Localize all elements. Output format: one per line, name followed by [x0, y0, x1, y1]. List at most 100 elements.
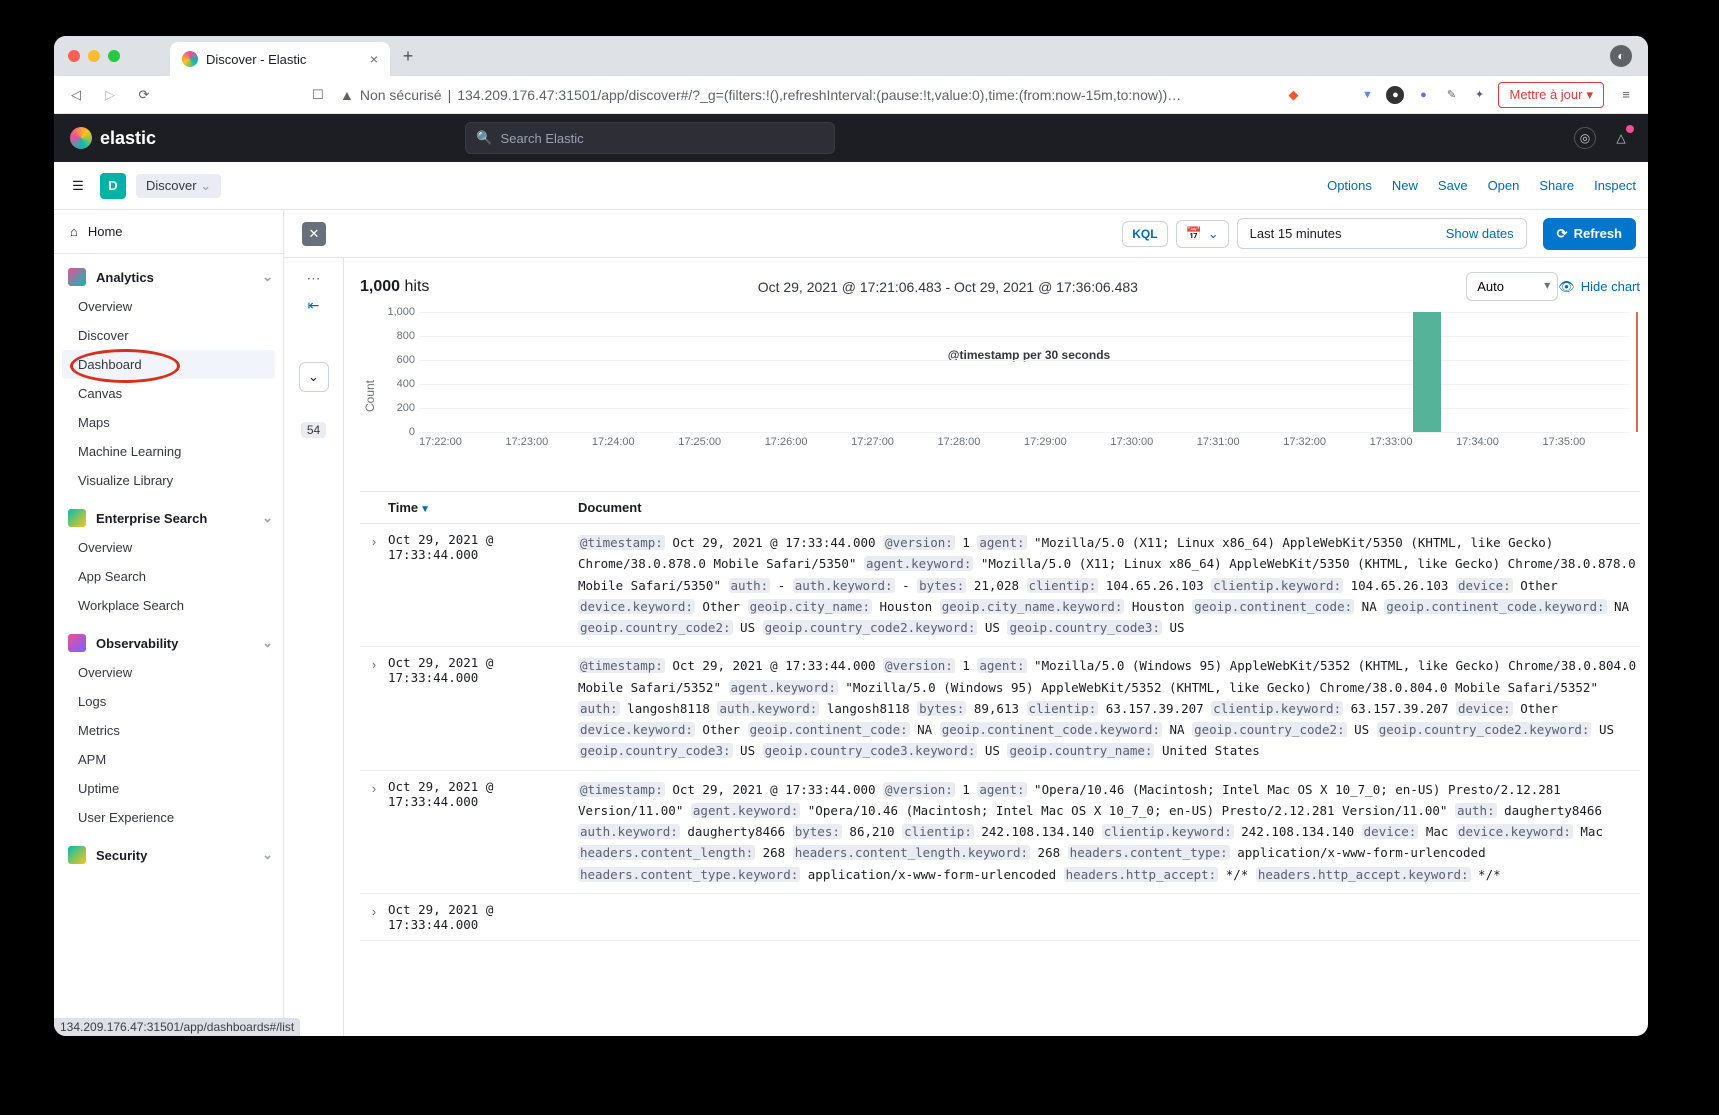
- nav-item-machine-learning[interactable]: Machine Learning: [62, 437, 275, 466]
- maximize-window-button[interactable]: [108, 50, 120, 62]
- chevron-down-icon: ⌄: [262, 847, 273, 863]
- topnav-save[interactable]: Save: [1438, 178, 1468, 193]
- topnav-share[interactable]: Share: [1539, 178, 1574, 193]
- extension-icon[interactable]: ●: [1386, 86, 1404, 104]
- url-field[interactable]: ▲ Non sécurisé | 134.209.176.47:31501/ap…: [340, 87, 1278, 103]
- histogram-bar[interactable]: [1413, 312, 1441, 432]
- nav-item-app-search[interactable]: App Search: [62, 562, 275, 591]
- filter-icon[interactable]: ⇤: [308, 297, 320, 314]
- bookmark-icon[interactable]: ☐: [306, 83, 330, 107]
- brave-shields-icon[interactable]: ◆: [1288, 87, 1298, 103]
- nav-item-uptime[interactable]: Uptime: [62, 774, 275, 803]
- table-row: ›Oct 29, 2021 @ 17:33:44.000@timestamp: …: [360, 647, 1640, 770]
- newsfeed-icon[interactable]: △: [1610, 127, 1632, 149]
- fields-icon[interactable]: ⋯: [307, 270, 321, 287]
- row-time: Oct 29, 2021 @ 17:33:44.000: [388, 532, 578, 638]
- topnav-options[interactable]: Options: [1327, 178, 1372, 193]
- extension-icon[interactable]: ●: [1414, 86, 1432, 104]
- row-time: Oct 29, 2021 @ 17:33:44.000: [388, 779, 578, 885]
- nav-item-logs[interactable]: Logs: [62, 687, 275, 716]
- date-quick-select[interactable]: 📅⌄: [1176, 220, 1229, 248]
- documents-table: Time▼ Document ›Oct 29, 2021 @ 17:33:44.…: [360, 491, 1640, 941]
- section-icon: [68, 268, 86, 286]
- x-tick: 17:26:00: [765, 436, 851, 448]
- nav-section-security[interactable]: Security⌄: [54, 832, 283, 870]
- date-range-display[interactable]: Last 15 minutes Show dates: [1237, 218, 1527, 249]
- expand-row-icon[interactable]: ›: [360, 779, 388, 885]
- nav-item-discover[interactable]: Discover: [62, 321, 275, 350]
- x-tick: 17:27:00: [851, 436, 937, 448]
- row-document: @timestamp: Oct 29, 2021 @ 17:33:44.000 …: [578, 779, 1640, 885]
- expand-row-icon[interactable]: ›: [360, 655, 388, 761]
- help-icon[interactable]: ◎: [1574, 127, 1596, 149]
- expand-row-icon[interactable]: ›: [360, 902, 388, 932]
- chevron-down-icon: ⌄: [262, 269, 273, 285]
- nav-item-metrics[interactable]: Metrics: [62, 716, 275, 745]
- expand-row-icon[interactable]: ›: [360, 532, 388, 638]
- chevron-down-icon: ⌄: [308, 369, 319, 385]
- extension-icon[interactable]: ✎: [1442, 86, 1460, 104]
- breadcrumb-discover[interactable]: Discover ⌄: [136, 174, 221, 198]
- top-nav-links: Options New Save Open Share Inspect: [1327, 178, 1636, 193]
- extensions-puzzle-icon[interactable]: ✦: [1470, 86, 1488, 104]
- expand-fields-button[interactable]: ⌄: [299, 362, 329, 392]
- section-icon: [68, 846, 86, 864]
- show-dates-link[interactable]: Show dates: [1446, 226, 1514, 241]
- refresh-button[interactable]: ⟳ Refresh: [1543, 218, 1636, 250]
- histogram-chart[interactable]: Count 02004006008001,000 17:22:0017:23:0…: [360, 311, 1640, 481]
- elastic-logo-icon: [70, 127, 92, 149]
- close-window-button[interactable]: [68, 50, 80, 62]
- home-icon: ⌂: [70, 224, 78, 239]
- topnav-inspect[interactable]: Inspect: [1594, 178, 1636, 193]
- results-panel: 1,000 hits Oct 29, 2021 @ 17:21:06.483 -…: [344, 258, 1648, 1036]
- kql-toggle[interactable]: KQL: [1122, 221, 1167, 247]
- forward-button[interactable]: ▷: [98, 83, 122, 107]
- time-marker: [1636, 312, 1638, 432]
- nav-item-overview[interactable]: Overview: [62, 658, 275, 687]
- nav-item-dashboard[interactable]: Dashboard: [62, 350, 275, 379]
- elastic-favicon: [182, 51, 198, 67]
- table-row: ›Oct 29, 2021 @ 17:33:44.000@timestamp: …: [360, 771, 1640, 894]
- nav-toggle-icon[interactable]: ☰: [66, 174, 90, 198]
- topnav-open[interactable]: Open: [1488, 178, 1520, 193]
- nav-item-overview[interactable]: Overview: [62, 533, 275, 562]
- space-avatar[interactable]: D: [100, 173, 126, 199]
- elastic-logo[interactable]: elastic: [70, 127, 156, 149]
- update-browser-button[interactable]: Mettre à jour▾: [1498, 82, 1604, 108]
- row-document: @timestamp: Oct 29, 2021 @ 17:33:44.000 …: [578, 532, 1640, 638]
- nav-section-analytics[interactable]: Analytics⌄: [54, 254, 283, 292]
- nav-item-visualize-library[interactable]: Visualize Library: [62, 466, 275, 495]
- interval-select[interactable]: Auto: [1466, 272, 1558, 301]
- nav-section-observability[interactable]: Observability⌄: [54, 620, 283, 658]
- profile-icon[interactable]: ◐: [1610, 45, 1632, 67]
- nav-section-enterprise-search[interactable]: Enterprise Search⌄: [54, 495, 283, 533]
- col-header-time[interactable]: Time▼: [388, 500, 578, 515]
- query-bar: ✕ KQL 📅⌄ Last 15 minutes Show dates ⟳ Re…: [284, 210, 1648, 258]
- hide-chart-button[interactable]: 👁 Hide chart: [1558, 279, 1640, 295]
- browser-menu-icon[interactable]: ≡: [1614, 83, 1638, 107]
- back-button[interactable]: ◁: [64, 83, 88, 107]
- x-tick: 17:32:00: [1283, 436, 1369, 448]
- close-tab-icon[interactable]: ×: [370, 51, 378, 67]
- nav-item-maps[interactable]: Maps: [62, 408, 275, 437]
- global-search-input[interactable]: 🔍 Search Elastic: [465, 122, 835, 154]
- col-header-document[interactable]: Document: [578, 500, 1640, 515]
- nav-home[interactable]: ⌂ Home: [54, 210, 283, 254]
- chevron-down-icon: ⌄: [262, 635, 273, 651]
- nav-item-workplace-search[interactable]: Workplace Search: [62, 591, 275, 620]
- collapse-sidebar-button[interactable]: ✕: [302, 222, 326, 246]
- extension-icon[interactable]: ▼: [1358, 86, 1376, 104]
- search-icon: 🔍: [476, 130, 492, 146]
- nav-item-user-experience[interactable]: User Experience: [62, 803, 275, 832]
- nav-item-overview[interactable]: Overview: [62, 292, 275, 321]
- elastic-global-header: elastic 🔍 Search Elastic ◎ △: [54, 114, 1648, 162]
- minimize-window-button[interactable]: [88, 50, 100, 62]
- nav-item-apm[interactable]: APM: [62, 745, 275, 774]
- new-tab-button[interactable]: +: [396, 44, 420, 68]
- browser-tab[interactable]: Discover - Elastic ×: [170, 42, 390, 76]
- calendar-icon: 📅: [1186, 226, 1202, 242]
- nav-home-label: Home: [88, 224, 123, 239]
- reload-button[interactable]: ⟳: [132, 83, 156, 107]
- nav-item-canvas[interactable]: Canvas: [62, 379, 275, 408]
- topnav-new[interactable]: New: [1392, 178, 1418, 193]
